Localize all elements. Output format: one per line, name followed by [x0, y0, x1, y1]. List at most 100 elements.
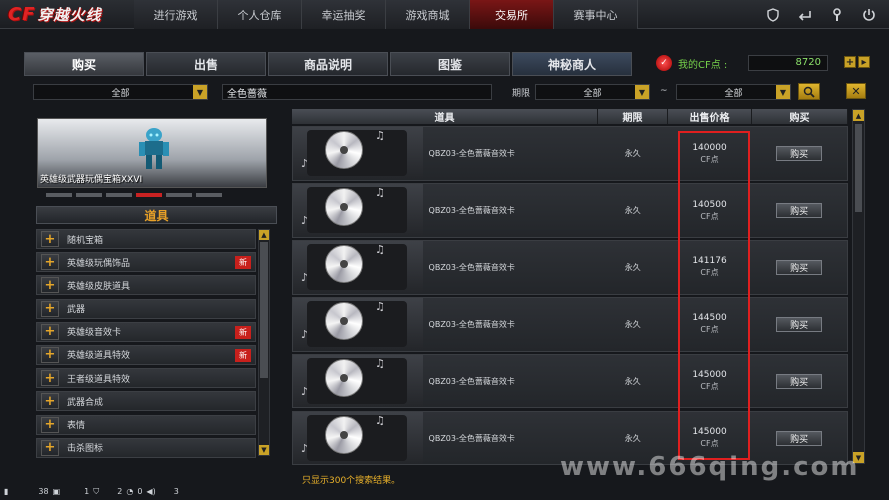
logo-text: 穿越火线 [37, 6, 102, 24]
item-name: QBZ03-全色蔷薇音效卡 [428, 262, 515, 272]
new-badge: 新 [235, 348, 251, 362]
online-count: 38 [38, 487, 49, 496]
category-item[interactable]: + 英雄级玩偶饰品 新 [36, 252, 256, 273]
plus-icon[interactable]: + [41, 277, 59, 294]
chevron-down-icon[interactable]: ▼ [776, 85, 790, 99]
pager-dot[interactable] [196, 193, 222, 197]
pager-dot[interactable] [76, 193, 102, 197]
speaker-icon[interactable]: ◀) [146, 487, 155, 496]
table-row[interactable]: ♫ ♪ QBZ03-全色蔷薇音效卡 永久 145000 CF点 购买 [292, 353, 848, 409]
category-item[interactable]: + 英雄级音效卡 新 [36, 321, 256, 342]
cf-points-value: 8720 [748, 55, 828, 71]
buy-button[interactable]: 购买 [776, 146, 823, 162]
nav-exchange[interactable]: 交易所 [470, 0, 554, 29]
power-icon[interactable] [855, 4, 883, 25]
friend-count: 1 [84, 487, 90, 496]
nav-warehouse[interactable]: 个人仓库 [218, 0, 302, 29]
plus-icon[interactable]: + [41, 231, 59, 247]
tab-sell[interactable]: 出售 [146, 52, 266, 76]
category-item[interactable]: + 英雄级皮肤道具 [36, 275, 256, 296]
category-scrollbar[interactable]: ▲ ▼ [258, 229, 270, 456]
tab-buy[interactable]: 购买 [24, 52, 144, 76]
chevron-down-icon[interactable]: ▼ [635, 85, 649, 99]
shield-icon[interactable] [759, 4, 787, 25]
wrench-icon[interactable] [823, 4, 851, 25]
item-period: 永久 [624, 149, 641, 159]
plus-icon[interactable]: + [41, 439, 59, 456]
nav-shop[interactable]: 游戏商城 [386, 0, 470, 29]
category-item[interactable]: + 王者级道具特效 [36, 368, 256, 389]
plus-icon[interactable]: + [41, 300, 59, 317]
plus-icon[interactable]: + [41, 346, 59, 363]
item-thumbnail: ♫ ♪ [293, 241, 423, 294]
scroll-thumb[interactable] [855, 124, 862, 212]
chevron-down-icon[interactable]: ▼ [193, 85, 207, 99]
item-thumbnail: ♫ ♪ [293, 354, 423, 407]
pager-dot-active[interactable] [136, 193, 162, 197]
item-thumbnail: ♫ ♪ [293, 411, 423, 464]
cf-coin-icon: ✓ [656, 55, 672, 71]
scroll-thumb[interactable] [260, 242, 268, 378]
buy-button[interactable]: 购买 [776, 373, 823, 389]
nav-events[interactable]: 赛事中心 [554, 0, 638, 29]
search-button[interactable] [798, 83, 820, 100]
table-row[interactable]: ♫ ♪ QBZ03-全色蔷薇音效卡 永久 144500 CF点 购买 [292, 297, 848, 352]
main-tabs: 购买 出售 商品说明 图鉴 神秘商人 [24, 52, 634, 76]
close-button[interactable]: ✕ [846, 83, 866, 99]
chat-icon[interactable]: ◔ [126, 487, 133, 496]
price-highlight-box [678, 131, 750, 460]
nav-play[interactable]: 进行游戏 [134, 0, 218, 29]
category-item[interactable]: + 武器合成 [36, 391, 256, 412]
item-period: 永久 [624, 262, 641, 272]
item-preview: 英雄级武器玩偶宝箱XXVI [37, 118, 267, 188]
buy-button[interactable]: 购买 [776, 203, 823, 219]
add-cf-button[interactable]: + [844, 56, 856, 68]
item-thumbnail: ♫ ♪ [293, 127, 423, 180]
return-icon[interactable] [791, 4, 819, 25]
tab-catalog[interactable]: 图鉴 [390, 52, 510, 76]
tab-item-info[interactable]: 商品说明 [268, 52, 388, 76]
header-price: 出售价格 [668, 109, 752, 124]
plus-icon[interactable]: + [41, 370, 59, 387]
buy-button[interactable]: 购买 [776, 316, 823, 332]
period-from-select[interactable]: 全部 ▼ [535, 84, 650, 100]
header-period: 期限 [598, 109, 668, 124]
nav-lottery[interactable]: 幸运抽奖 [302, 0, 386, 29]
extra-count: 3 [173, 487, 179, 496]
table-row[interactable]: ♫ ♪ QBZ03-全色蔷薇音效卡 永久 141176 CF点 购买 [292, 240, 848, 295]
buy-button[interactable]: 购买 [776, 259, 823, 275]
logo-prefix: CF [8, 4, 36, 25]
search-input[interactable] [222, 84, 492, 100]
cf-points: ✓ 我的CF点 : 8720 [656, 54, 838, 72]
category-item[interactable]: + 表情 [36, 414, 256, 435]
category-select[interactable]: 全部 ▼ [33, 84, 208, 100]
pager-dot[interactable] [106, 193, 132, 197]
status-bar: ▮ 38 ▣ 1 ⛉ 2 ◔ 0 ◀) 3 [0, 483, 260, 500]
disc-icon [325, 415, 363, 454]
plus-icon[interactable]: + [41, 393, 59, 410]
item-thumbnail: ♫ ♪ [293, 184, 423, 237]
category-label: 英雄级音效卡 [67, 328, 122, 339]
period-to-select[interactable]: 全部 ▼ [676, 84, 791, 100]
cf-menu-button[interactable]: ▸ [858, 56, 870, 68]
category-item[interactable]: + 击杀图标 [36, 437, 256, 458]
item-name: QBZ03-全色蔷薇音效卡 [428, 149, 515, 159]
pager-dot[interactable] [46, 193, 72, 197]
scroll-down-icon[interactable]: ▼ [259, 445, 269, 455]
listing-scrollbar[interactable]: ▲ ▼ [852, 109, 865, 464]
plus-icon[interactable]: + [41, 416, 59, 433]
buy-button[interactable]: 购买 [776, 430, 823, 446]
scroll-up-icon[interactable]: ▲ [259, 230, 269, 240]
scroll-up-icon[interactable]: ▲ [853, 110, 864, 121]
plus-icon[interactable]: + [41, 323, 59, 340]
plus-icon[interactable]: + [41, 254, 59, 271]
category-label: 英雄级道具特效 [67, 351, 131, 362]
category-item[interactable]: + 武器 [36, 298, 256, 319]
category-item[interactable]: + 随机宝箱 [36, 229, 256, 249]
tab-mystery-merchant[interactable]: 神秘商人 [512, 52, 632, 76]
category-item[interactable]: + 英雄级道具特效 新 [36, 344, 256, 365]
item-period: 永久 [624, 319, 641, 329]
pager-dot[interactable] [166, 193, 192, 197]
table-row[interactable]: ♫ ♪ QBZ03-全色蔷薇音效卡 永久 140500 CF点 购买 [292, 183, 848, 238]
table-row[interactable]: ♫ ♪ QBZ03-全色蔷薇音效卡 永久 140000 CF点 购买 [292, 126, 848, 181]
